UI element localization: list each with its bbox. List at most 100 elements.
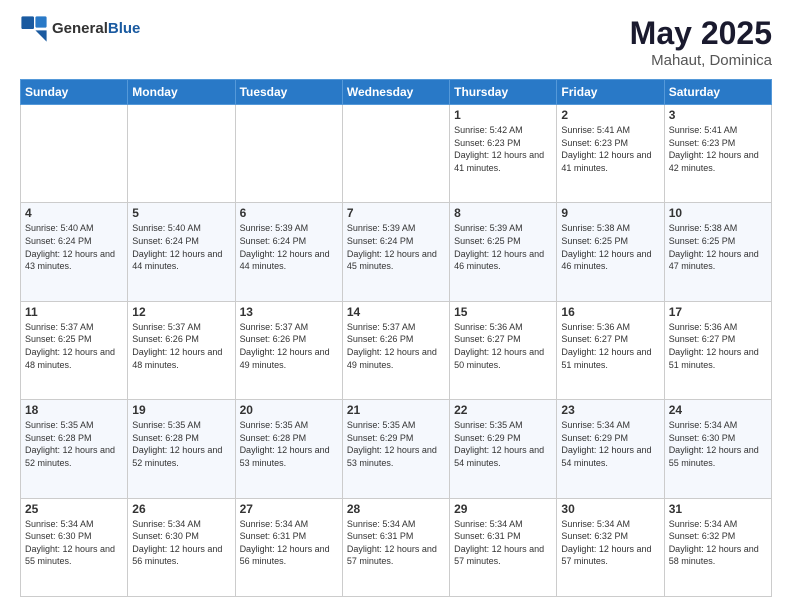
day-number: 8 <box>454 206 552 220</box>
calendar-header-row: Sunday Monday Tuesday Wednesday Thursday… <box>21 80 772 105</box>
logo-icon <box>20 15 48 43</box>
day-number: 12 <box>132 305 230 319</box>
day-number: 13 <box>240 305 338 319</box>
calendar-table: Sunday Monday Tuesday Wednesday Thursday… <box>20 79 772 597</box>
logo-blue: Blue <box>108 20 141 37</box>
day-info: Sunrise: 5:36 AMSunset: 6:27 PMDaylight:… <box>561 321 659 371</box>
calendar-cell: 17 Sunrise: 5:36 AMSunset: 6:27 PMDayligh… <box>664 301 771 399</box>
day-info: Sunrise: 5:39 AMSunset: 6:24 PMDaylight:… <box>240 222 338 272</box>
day-number: 16 <box>561 305 659 319</box>
day-number: 21 <box>347 403 445 417</box>
calendar-cell: 22 Sunrise: 5:35 AMSunset: 6:29 PMDayligh… <box>450 400 557 498</box>
calendar-cell: 18 Sunrise: 5:35 AMSunset: 6:28 PMDayligh… <box>21 400 128 498</box>
day-info: Sunrise: 5:34 AMSunset: 6:31 PMDaylight:… <box>347 518 445 568</box>
day-number: 5 <box>132 206 230 220</box>
calendar-cell: 2Sunrise: 5:41 AMSunset: 6:23 PMDaylight… <box>557 105 664 203</box>
day-number: 15 <box>454 305 552 319</box>
calendar-title: May 2025 <box>630 15 772 52</box>
day-info: Sunrise: 5:34 AMSunset: 6:31 PMDaylight:… <box>240 518 338 568</box>
calendar-cell: 19 Sunrise: 5:35 AMSunset: 6:28 PMDayligh… <box>128 400 235 498</box>
calendar-cell: 8 Sunrise: 5:39 AMSunset: 6:25 PMDaylight… <box>450 203 557 301</box>
calendar-cell: 29Sunrise: 5:34 AMSunset: 6:31 PMDayligh… <box>450 498 557 596</box>
day-info: Sunrise: 5:41 AMSunset: 6:23 PMDaylight:… <box>669 124 767 174</box>
day-number: 24 <box>669 403 767 417</box>
calendar-cell: 31Sunrise: 5:34 AMSunset: 6:32 PMDayligh… <box>664 498 771 596</box>
calendar-location: Mahaut, Dominica <box>630 52 772 69</box>
day-number: 6 <box>240 206 338 220</box>
logo: GeneralBlue <box>20 15 140 43</box>
calendar-cell <box>21 105 128 203</box>
day-info: Sunrise: 5:39 AMSunset: 6:24 PMDaylight:… <box>347 222 445 272</box>
header: GeneralBlue May 2025 Mahaut, Dominica <box>20 15 772 69</box>
col-monday: Monday <box>128 80 235 105</box>
day-info: Sunrise: 5:38 AMSunset: 6:25 PMDaylight:… <box>561 222 659 272</box>
day-info: Sunrise: 5:34 AMSunset: 6:30 PMDaylight:… <box>669 419 767 469</box>
calendar-cell <box>342 105 449 203</box>
day-number: 31 <box>669 502 767 516</box>
calendar-cell: 9 Sunrise: 5:38 AMSunset: 6:25 PMDaylight… <box>557 203 664 301</box>
day-info: Sunrise: 5:37 AMSunset: 6:26 PMDaylight:… <box>240 321 338 371</box>
page: GeneralBlue May 2025 Mahaut, Dominica Su… <box>0 0 792 612</box>
day-number: 18 <box>25 403 123 417</box>
day-number: 3 <box>669 108 767 122</box>
day-info: Sunrise: 5:39 AMSunset: 6:25 PMDaylight:… <box>454 222 552 272</box>
calendar-cell: 30Sunrise: 5:34 AMSunset: 6:32 PMDayligh… <box>557 498 664 596</box>
day-info: Sunrise: 5:40 AMSunset: 6:24 PMDaylight:… <box>25 222 123 272</box>
calendar-cell: 28 Sunrise: 5:34 AMSunset: 6:31 PMDayligh… <box>342 498 449 596</box>
col-thursday: Thursday <box>450 80 557 105</box>
calendar-week-5: 25Sunrise: 5:34 AMSunset: 6:30 PMDayligh… <box>21 498 772 596</box>
day-info: Sunrise: 5:35 AMSunset: 6:29 PMDaylight:… <box>454 419 552 469</box>
col-sunday: Sunday <box>21 80 128 105</box>
calendar-week-4: 18 Sunrise: 5:35 AMSunset: 6:28 PMDayligh… <box>21 400 772 498</box>
day-number: 22 <box>454 403 552 417</box>
calendar-cell: 4Sunrise: 5:40 AMSunset: 6:24 PMDaylight… <box>21 203 128 301</box>
calendar-cell: 20Sunrise: 5:35 AMSunset: 6:28 PMDayligh… <box>235 400 342 498</box>
day-number: 23 <box>561 403 659 417</box>
calendar-cell: 1Sunrise: 5:42 AMSunset: 6:23 PMDaylight… <box>450 105 557 203</box>
day-info: Sunrise: 5:38 AMSunset: 6:25 PMDaylight:… <box>669 222 767 272</box>
calendar-cell: 24 Sunrise: 5:34 AMSunset: 6:30 PMDayligh… <box>664 400 771 498</box>
calendar-cell <box>235 105 342 203</box>
day-info: Sunrise: 5:35 AMSunset: 6:28 PMDaylight:… <box>132 419 230 469</box>
calendar-cell: 7 Sunrise: 5:39 AMSunset: 6:24 PMDaylight… <box>342 203 449 301</box>
day-number: 2 <box>561 108 659 122</box>
col-wednesday: Wednesday <box>342 80 449 105</box>
calendar-week-2: 4Sunrise: 5:40 AMSunset: 6:24 PMDaylight… <box>21 203 772 301</box>
day-number: 7 <box>347 206 445 220</box>
calendar-cell: 6 Sunrise: 5:39 AMSunset: 6:24 PMDaylight… <box>235 203 342 301</box>
day-number: 11 <box>25 305 123 319</box>
calendar-cell: 26 Sunrise: 5:34 AMSunset: 6:30 PMDayligh… <box>128 498 235 596</box>
day-info: Sunrise: 5:37 AMSunset: 6:26 PMDaylight:… <box>347 321 445 371</box>
calendar-cell: 27Sunrise: 5:34 AMSunset: 6:31 PMDayligh… <box>235 498 342 596</box>
calendar-cell: 12 Sunrise: 5:37 AMSunset: 6:26 PMDayligh… <box>128 301 235 399</box>
calendar-cell: 16 Sunrise: 5:36 AMSunset: 6:27 PMDayligh… <box>557 301 664 399</box>
day-number: 19 <box>132 403 230 417</box>
day-number: 9 <box>561 206 659 220</box>
day-info: Sunrise: 5:37 AMSunset: 6:25 PMDaylight:… <box>25 321 123 371</box>
day-number: 26 <box>132 502 230 516</box>
calendar-cell: 5Sunrise: 5:40 AMSunset: 6:24 PMDaylight… <box>128 203 235 301</box>
day-info: Sunrise: 5:34 AMSunset: 6:30 PMDaylight:… <box>25 518 123 568</box>
day-info: Sunrise: 5:35 AMSunset: 6:28 PMDaylight:… <box>25 419 123 469</box>
day-info: Sunrise: 5:34 AMSunset: 6:30 PMDaylight:… <box>132 518 230 568</box>
day-info: Sunrise: 5:36 AMSunset: 6:27 PMDaylight:… <box>669 321 767 371</box>
day-number: 14 <box>347 305 445 319</box>
calendar-cell: 3 Sunrise: 5:41 AMSunset: 6:23 PMDaylight… <box>664 105 771 203</box>
day-info: Sunrise: 5:36 AMSunset: 6:27 PMDaylight:… <box>454 321 552 371</box>
day-number: 17 <box>669 305 767 319</box>
day-info: Sunrise: 5:37 AMSunset: 6:26 PMDaylight:… <box>132 321 230 371</box>
day-number: 29 <box>454 502 552 516</box>
day-number: 10 <box>669 206 767 220</box>
calendar-cell: 25Sunrise: 5:34 AMSunset: 6:30 PMDayligh… <box>21 498 128 596</box>
day-number: 1 <box>454 108 552 122</box>
title-block: May 2025 Mahaut, Dominica <box>630 15 772 69</box>
calendar-cell: 15 Sunrise: 5:36 AMSunset: 6:27 PMDayligh… <box>450 301 557 399</box>
calendar-cell: 13 Sunrise: 5:37 AMSunset: 6:26 PMDayligh… <box>235 301 342 399</box>
day-number: 30 <box>561 502 659 516</box>
logo-general: General <box>52 20 108 37</box>
day-info: Sunrise: 5:34 AMSunset: 6:29 PMDaylight:… <box>561 419 659 469</box>
day-number: 20 <box>240 403 338 417</box>
calendar-week-1: 1Sunrise: 5:42 AMSunset: 6:23 PMDaylight… <box>21 105 772 203</box>
day-number: 28 <box>347 502 445 516</box>
col-saturday: Saturday <box>664 80 771 105</box>
